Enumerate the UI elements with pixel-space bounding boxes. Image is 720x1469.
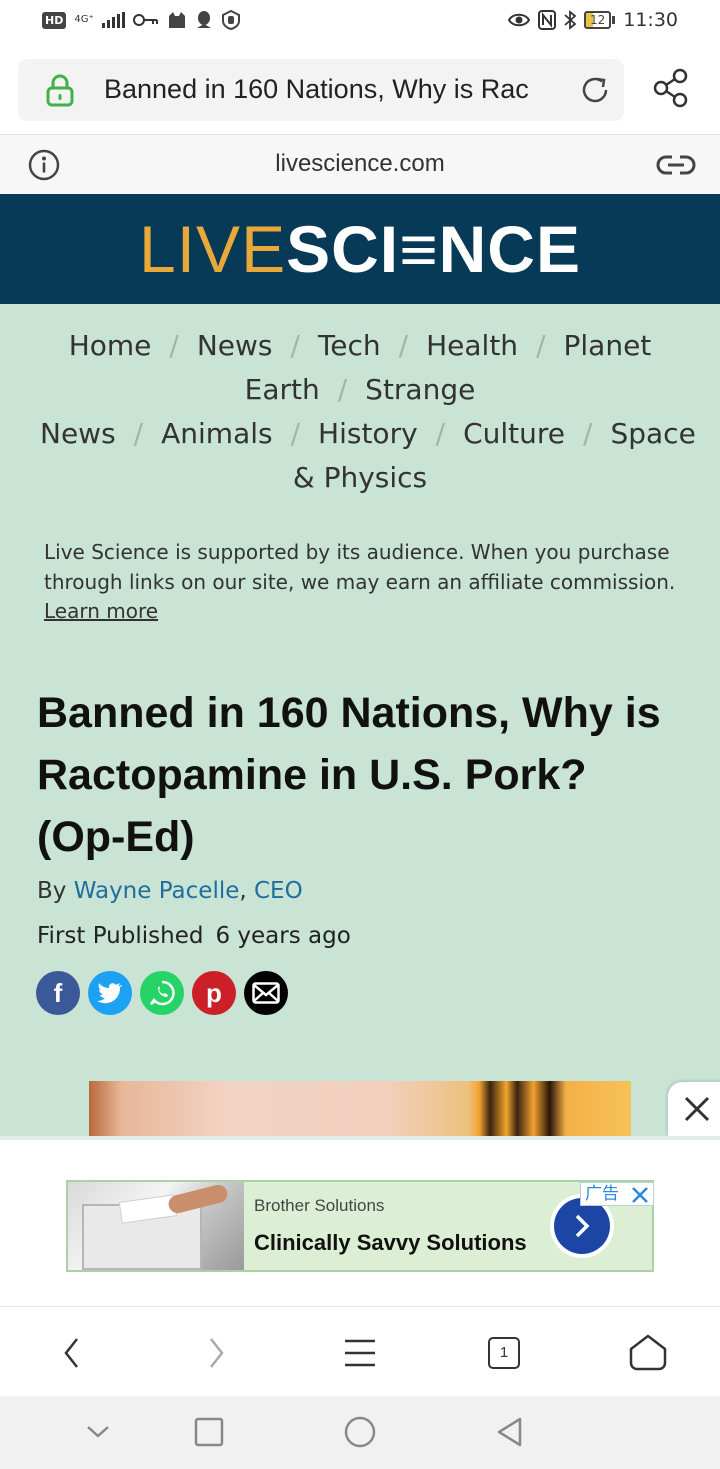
whatsapp-icon [150, 980, 175, 1006]
nav-separator: / [536, 329, 546, 362]
back-icon[interactable] [50, 1331, 94, 1375]
qq-icon [196, 11, 211, 28]
ad-label: 广告 [580, 1182, 654, 1206]
site-info-bar: livescience.com [0, 134, 720, 194]
address-bar[interactable]: Banned in 160 Nations, Why is Rac [18, 59, 624, 121]
ad-headline: Clinically Savvy Solutions [254, 1230, 527, 1255]
forward-icon[interactable] [194, 1331, 238, 1375]
nav-separator: / [169, 329, 179, 362]
site-domain: livescience.com [275, 150, 445, 177]
system-navigation-bar [0, 1396, 720, 1469]
site-nav: Home / News / Tech / Health / Planet Earth / Stran… [40, 324, 696, 500]
ad-tag-text: 广告 [585, 1184, 619, 1204]
network-type-label: 4G⁺ [74, 14, 94, 25]
nav-separator: / [290, 329, 300, 362]
facebook-icon: f [53, 977, 63, 1008]
pinterest-icon: p [206, 977, 222, 1008]
twitter-icon [97, 983, 122, 1004]
status-bar: HD 4G⁺ 12 11:30 [0, 0, 720, 44]
back-triangle-icon[interactable] [492, 1414, 528, 1450]
address-bar-area: Banned in 160 Nations, Why is Rac [0, 44, 720, 134]
home-icon[interactable] [626, 1331, 670, 1375]
chevron-right-icon [575, 1214, 590, 1238]
nav-item-animals[interactable]: Animals [161, 417, 272, 450]
nav-separator: / [337, 373, 348, 406]
ad-cta-button[interactable] [554, 1198, 610, 1254]
eye-icon [507, 13, 530, 27]
status-left: HD 4G⁺ [42, 10, 241, 30]
published-label: First Published [37, 923, 204, 949]
author-link[interactable]: Wayne Pacelle [74, 878, 240, 904]
url-title[interactable]: Banned in 160 Nations, Why is Rac [104, 74, 560, 105]
browser-toolbar: 1 [0, 1306, 720, 1396]
lock-icon[interactable] [44, 73, 76, 107]
signal-icon [101, 12, 125, 28]
email-share-button[interactable] [244, 971, 288, 1015]
pinterest-share-button[interactable]: p [192, 971, 236, 1015]
status-right: 12 11:30 [507, 9, 678, 31]
recent-apps-icon[interactable] [191, 1414, 227, 1450]
nav-item-news[interactable]: News [197, 329, 273, 362]
status-time: 11:30 [623, 9, 678, 31]
nav-item-culture[interactable]: Culture [463, 417, 565, 450]
byline-comma: , [239, 878, 247, 904]
nav-separator: / [435, 417, 446, 450]
tab-count: 1 [488, 1337, 520, 1369]
article-content: Home / News / Tech / Health / Planet Earth / Stran… [0, 304, 720, 1136]
shield-hand-icon [221, 10, 240, 30]
published-date: 6 years ago [215, 923, 351, 949]
affiliate-text: Live Science is supported by its audienc… [44, 540, 676, 594]
facebook-share-button[interactable]: f [36, 971, 80, 1015]
nav-separator: / [133, 417, 144, 450]
close-icon [684, 1096, 710, 1122]
author-role-link[interactable]: CEO [254, 878, 303, 904]
nav-item-health[interactable]: Health [426, 329, 518, 362]
hd-icon: HD [42, 11, 67, 29]
ad-banner[interactable]: Brother Solutions Clinically Savvy Solut… [66, 1180, 654, 1272]
article-headline: Banned in 160 Nations, Why is Ractopamin… [37, 689, 661, 861]
battery-icon: 12 [583, 11, 616, 29]
site-header: LIVESCI≡NCE [0, 194, 720, 304]
ad-close-icon[interactable] [631, 1186, 649, 1204]
browser-page: HD 4G⁺ 12 11:30 Banned in 160 Nations, W… [0, 0, 720, 1469]
share-icon[interactable] [652, 68, 692, 108]
ad-brand: Brother Solutions [254, 1196, 385, 1215]
nav-separator: / [290, 417, 301, 450]
affiliate-disclosure: Live Science is supported by its audienc… [44, 538, 676, 627]
twitter-share-button[interactable] [88, 971, 132, 1015]
chevron-down-icon[interactable] [80, 1414, 116, 1450]
battery-level: 12 [583, 11, 612, 29]
nav-item-history[interactable]: History [318, 417, 418, 450]
nav-item-tech[interactable]: Tech [318, 329, 381, 362]
share-buttons: f p [36, 971, 288, 1015]
nfc-icon [537, 10, 556, 30]
site-logo[interactable]: LIVESCI≡NCE [0, 214, 720, 284]
link-icon[interactable] [656, 151, 696, 179]
learn-more-link[interactable]: Learn more [44, 599, 158, 623]
byline-prefix: By [37, 878, 67, 904]
reload-icon[interactable] [578, 73, 612, 107]
nav-item-home[interactable]: Home [69, 329, 152, 362]
article-hero-image [89, 1081, 631, 1136]
nav-separator: / [398, 329, 409, 362]
ad-area: Brother Solutions Clinically Savvy Solut… [0, 1136, 720, 1306]
bluetooth-icon [564, 10, 576, 30]
publish-info: First Published 6 years ago [37, 923, 351, 949]
email-icon [252, 982, 280, 1004]
menu-icon[interactable] [338, 1331, 382, 1375]
whatsapp-share-button[interactable] [140, 971, 184, 1015]
close-ad-button[interactable] [668, 1082, 720, 1136]
nav-separator: / [583, 417, 593, 450]
key-icon [132, 14, 158, 26]
logo-live-text: LIVE [139, 212, 287, 286]
home-circle-icon[interactable] [342, 1414, 378, 1450]
ad-image [68, 1182, 244, 1270]
tabs-button[interactable]: 1 [482, 1331, 526, 1375]
cat-app-icon [168, 12, 185, 28]
article-byline: By Wayne Pacelle, CEO [37, 878, 303, 904]
logo-science-text: SCI≡NCE [286, 212, 581, 286]
